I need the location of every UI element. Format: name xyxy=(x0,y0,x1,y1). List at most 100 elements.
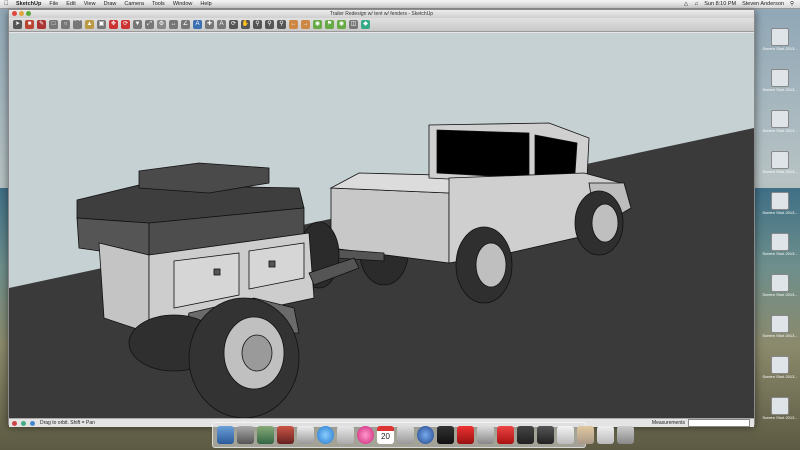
pan-tool-icon[interactable]: ✋ xyxy=(241,20,250,29)
walk-tool-icon[interactable]: ⚑ xyxy=(325,20,334,29)
desktop-file-label: Screen Shot 2013... xyxy=(762,169,798,174)
desktop-file[interactable]: Screen Shot 2013... xyxy=(760,315,800,355)
measurements-input[interactable] xyxy=(688,419,750,427)
zoom-window-tool-icon[interactable]: ⚲ xyxy=(265,20,274,29)
menu-draw[interactable]: Draw xyxy=(104,1,117,7)
menu-tools[interactable]: Tools xyxy=(152,1,165,7)
photo-app-icon[interactable] xyxy=(457,426,474,444)
terminal-icon[interactable] xyxy=(437,426,454,444)
calendar-icon[interactable]: 20 xyxy=(377,426,394,444)
wifi-icon[interactable]: △ xyxy=(684,1,688,7)
protractor-tool-icon[interactable]: ∠ xyxy=(181,20,190,29)
menu-app-name[interactable]: SketchUp xyxy=(16,1,41,7)
desktop-file[interactable]: Screen Shot 2013... xyxy=(760,151,800,191)
select-tool-icon[interactable]: ➤ xyxy=(13,20,22,29)
desktop-file-label: Screen Shot 2013... xyxy=(762,415,798,420)
desktop-file-label: Screen Shot 2013... xyxy=(762,87,798,92)
zoom-extents-tool-icon[interactable]: ⚲ xyxy=(277,20,286,29)
app-store-icon[interactable] xyxy=(417,426,434,444)
desktop-file[interactable]: Screen Shot 2013... xyxy=(760,110,800,150)
rocket-icon[interactable] xyxy=(297,426,314,444)
follow-me-tool-icon[interactable]: ▼ xyxy=(133,20,142,29)
sketchup-window: Trailer Redesign w/ tent w/ fenders - Sk… xyxy=(8,9,755,427)
calculator-icon[interactable] xyxy=(477,426,494,444)
toolbar: ➤ ■ ✎ □ ○ ⌒ ▲ ▣ ✥ ⟳ ▼ ⤢ ⚙ ↔ ∠ A ✚ A ⟳ ✋ … xyxy=(9,18,754,32)
system-preferences-icon[interactable] xyxy=(237,426,254,444)
file-icon xyxy=(771,397,789,415)
menu-view[interactable]: View xyxy=(84,1,96,7)
image-capture-icon[interactable] xyxy=(257,426,274,444)
pencil-tool-icon[interactable]: ✎ xyxy=(37,20,46,29)
measurements-label: Measurements xyxy=(651,420,685,426)
menu-camera[interactable]: Camera xyxy=(124,1,144,7)
spotlight-icon[interactable]: ⚲ xyxy=(790,1,794,7)
menu-bar:  SketchUp File Edit View Draw Camera To… xyxy=(0,0,800,9)
warehouse-icon[interactable]: ◆ xyxy=(361,20,370,29)
folder-icon[interactable] xyxy=(577,426,594,444)
status-info-icon[interactable] xyxy=(12,420,17,426)
zoom-button[interactable] xyxy=(26,11,31,16)
dimension-tool-icon[interactable]: ↔ xyxy=(169,20,178,29)
desktop-file[interactable]: Screen Shot 2013... xyxy=(760,397,800,437)
mail-icon[interactable] xyxy=(337,426,354,444)
grab-icon[interactable] xyxy=(537,426,554,444)
desktop-file[interactable]: Screen Shot 2013... xyxy=(760,192,800,232)
file-icon xyxy=(771,28,789,46)
rotate-tool-icon[interactable]: ⟳ xyxy=(121,20,130,29)
orbit-tool-icon[interactable]: ⟳ xyxy=(229,20,238,29)
preview-icon[interactable] xyxy=(397,426,414,444)
file-icon xyxy=(771,69,789,87)
rectangle-tool-icon[interactable]: □ xyxy=(49,20,58,29)
model-viewport[interactable] xyxy=(9,33,754,418)
desktop-file[interactable]: Screen Shot 2013... xyxy=(760,69,800,109)
position-camera-icon[interactable]: ◉ xyxy=(313,20,322,29)
offset-tool-icon[interactable]: ▣ xyxy=(97,20,106,29)
finder-icon[interactable] xyxy=(217,426,234,444)
menubar-user[interactable]: Steven Anderson xyxy=(742,1,784,7)
menu-file[interactable]: File xyxy=(49,1,58,7)
safari-icon[interactable] xyxy=(317,426,334,444)
push-pull-tool-icon[interactable]: ▲ xyxy=(85,20,94,29)
desktop-file[interactable]: Screen Shot 2013... xyxy=(760,356,800,396)
text-tool-icon[interactable]: A xyxy=(193,20,202,29)
status-hint: Drag to orbit. Shift = Pan xyxy=(40,420,95,426)
title-bar[interactable]: Trailer Redesign w/ tent w/ fenders - Sk… xyxy=(9,10,754,18)
menu-help[interactable]: Help xyxy=(200,1,211,7)
3d-text-tool-icon[interactable]: A xyxy=(217,20,226,29)
document-icon[interactable] xyxy=(557,426,574,444)
arc-tool-icon[interactable]: ⌒ xyxy=(73,20,82,29)
desktop-file-label: Screen Shot 2013... xyxy=(762,210,798,215)
3d-model-view[interactable] xyxy=(9,33,754,418)
desktop-file[interactable]: Screen Shot 2013... xyxy=(760,233,800,273)
eraser-tool-icon[interactable]: ■ xyxy=(25,20,34,29)
downloads-icon[interactable] xyxy=(597,426,614,444)
look-around-icon[interactable]: ◉ xyxy=(337,20,346,29)
scale-tool-icon[interactable]: ⤢ xyxy=(145,20,154,29)
zoom-tool-icon[interactable]: ⚲ xyxy=(253,20,262,29)
close-button[interactable] xyxy=(12,11,17,16)
apple-icon[interactable]:  xyxy=(4,1,10,7)
photo-booth-icon[interactable] xyxy=(277,426,294,444)
minimize-button[interactable] xyxy=(19,11,24,16)
next-view-icon[interactable]: → xyxy=(301,20,310,29)
axes-tool-icon[interactable]: ✚ xyxy=(205,20,214,29)
desktop-file-label: Screen Shot 2013... xyxy=(762,128,798,133)
trash-icon[interactable] xyxy=(617,426,634,444)
sketchup-icon[interactable] xyxy=(497,426,514,444)
menu-window[interactable]: Window xyxy=(173,1,193,7)
volume-icon[interactable]: ♫ xyxy=(694,1,698,7)
previous-view-icon[interactable]: ← xyxy=(289,20,298,29)
screenshot-icon[interactable] xyxy=(517,426,534,444)
move-tool-icon[interactable]: ✥ xyxy=(109,20,118,29)
geo-location-icon[interactable] xyxy=(21,420,26,426)
section-plane-icon[interactable]: ◫ xyxy=(349,20,358,29)
credits-icon[interactable] xyxy=(30,420,35,426)
menu-edit[interactable]: Edit xyxy=(66,1,75,7)
menubar-clock[interactable]: Sun 8:10 PM xyxy=(704,1,736,7)
file-icon xyxy=(771,315,789,333)
desktop-file[interactable]: Screen Shot 2013... xyxy=(760,28,800,68)
circle-tool-icon[interactable]: ○ xyxy=(61,20,70,29)
tape-measure-tool-icon[interactable]: ⚙ xyxy=(157,20,166,29)
itunes-icon[interactable] xyxy=(357,426,374,444)
desktop-file[interactable]: Screen Shot 2013... xyxy=(760,274,800,314)
